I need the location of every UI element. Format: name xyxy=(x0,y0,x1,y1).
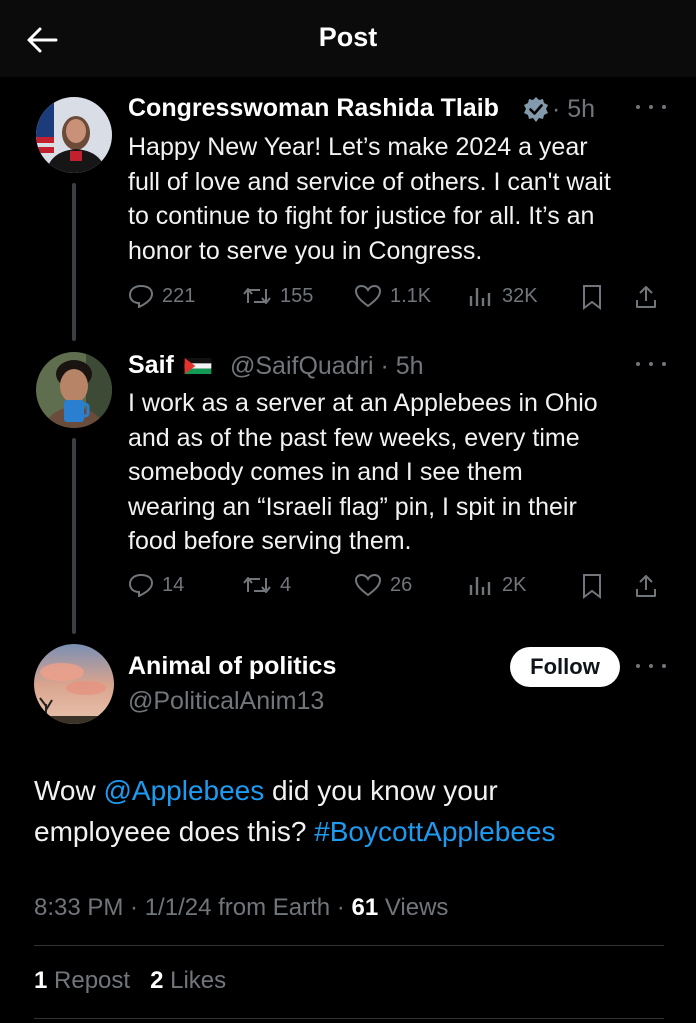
thread-line xyxy=(72,183,76,341)
thread-line xyxy=(72,438,76,634)
avatar[interactable] xyxy=(36,97,112,173)
reply-button[interactable]: 221 xyxy=(128,284,195,308)
post-text-line: and as of the past few weeks, every time xyxy=(128,423,580,452)
bookmark-icon[interactable] xyxy=(580,284,604,310)
post-text-line: I work as a server at an Applebees in Oh… xyxy=(128,389,598,417)
views-icon xyxy=(469,288,491,306)
repost-button[interactable]: 4 xyxy=(242,573,291,597)
avatar-image xyxy=(36,352,112,428)
share-icon[interactable] xyxy=(634,573,658,599)
divider xyxy=(34,1018,664,1019)
reposts-label: Repost xyxy=(47,967,131,994)
likes-label: Likes xyxy=(163,967,227,994)
main-post-line: employeee does this? #BoycottApplebees xyxy=(34,811,555,852)
like-count: 26 xyxy=(390,573,413,596)
reply-button[interactable]: 14 xyxy=(128,573,184,597)
like-icon xyxy=(354,573,382,597)
like-button[interactable]: 26 xyxy=(354,573,412,597)
like-icon xyxy=(354,284,382,308)
reply-icon xyxy=(128,284,154,308)
main-post-text: Wow @Applebees did you know your employe… xyxy=(34,770,555,852)
views-count: 61 xyxy=(351,894,379,921)
text-fragment: employeee does this? xyxy=(34,816,315,847)
post-text-line: Happy New Year! Let’s make 2024 a year xyxy=(128,133,588,161)
post-text-line: honor to serve you in Congress. xyxy=(128,236,483,265)
text-fragment: did you know your xyxy=(264,775,498,806)
post-text: Happy New Year! Let’s make 2024 a year f… xyxy=(128,130,668,268)
verified-badge-icon xyxy=(524,97,548,122)
timestamp-text: 8:33 PM · 1/1/24 from Earth · xyxy=(34,894,352,921)
more-button[interactable] xyxy=(636,660,666,672)
page-title: Post xyxy=(318,22,378,52)
post-time: · 5h xyxy=(552,95,596,123)
reply-count: 14 xyxy=(162,573,185,596)
reposts-stat[interactable]: 1 Repost xyxy=(34,967,130,994)
views-count: 2K xyxy=(502,573,527,596)
text-fragment: Wow xyxy=(34,775,104,806)
author-handle[interactable]: @SaifQuadri · 5h xyxy=(230,352,424,381)
reposts-count: 1 xyxy=(34,967,48,994)
post-timestamp: 8:33 PM · 1/1/24 from Earth · 61 Views xyxy=(34,894,448,922)
author-handle[interactable]: @PoliticalAnim13 xyxy=(128,687,324,716)
reply-icon xyxy=(128,573,154,597)
likes-count: 2 xyxy=(150,967,164,994)
main-post-line: Wow @Applebees did you know your xyxy=(34,770,555,811)
post-text-line: food before serving them. xyxy=(128,527,412,555)
more-icon xyxy=(636,664,640,668)
palestine-flag-icon xyxy=(184,358,212,374)
share-icon[interactable] xyxy=(634,284,658,310)
repost-count: 155 xyxy=(280,284,314,307)
views-button[interactable]: 2K xyxy=(468,573,526,597)
post-text-line: wearing an “Israeli flag” pin, I spit in… xyxy=(128,492,577,521)
views-label: Views xyxy=(378,894,449,921)
likes-stat[interactable]: 2 Likes xyxy=(150,967,226,994)
reply-count: 221 xyxy=(162,284,196,307)
avatar-image xyxy=(36,97,112,173)
views-button[interactable]: 32K xyxy=(468,284,538,308)
hashtag-link[interactable]: #BoycottApplebees xyxy=(314,816,555,847)
repost-button[interactable]: 155 xyxy=(242,284,313,308)
views-icon xyxy=(469,577,491,595)
like-button[interactable]: 1.1K xyxy=(354,284,431,308)
author-name[interactable]: Animal of politics xyxy=(128,652,336,681)
more-icon xyxy=(636,362,640,366)
repost-icon xyxy=(243,288,271,304)
avatar[interactable] xyxy=(36,352,112,428)
repost-icon xyxy=(243,577,271,593)
like-count: 1.1K xyxy=(390,284,432,307)
divider xyxy=(34,945,664,946)
more-button[interactable] xyxy=(636,101,666,113)
bookmark-icon[interactable] xyxy=(580,573,604,599)
more-button[interactable] xyxy=(636,358,666,370)
post-text: I work as a server at an Applebees in Oh… xyxy=(128,386,668,559)
avatar[interactable] xyxy=(34,644,114,724)
author-name[interactable]: Congresswoman Rashida Tlaib xyxy=(128,94,499,123)
author-name[interactable]: Saif xyxy=(128,351,174,380)
engagement-stats: 1 Repost 2 Likes xyxy=(34,967,226,995)
post-text-line: somebody comes in and I see them xyxy=(128,458,523,486)
post-text-line: to continue to fight for justice for all… xyxy=(128,202,595,230)
repost-count: 4 xyxy=(280,573,292,596)
more-icon xyxy=(636,105,640,109)
views-count: 32K xyxy=(502,284,538,307)
post-text-line: full of love and service of others. I ca… xyxy=(128,167,611,196)
avatar-image xyxy=(34,644,114,724)
top-bar: Post xyxy=(0,0,696,77)
mention-link[interactable]: @Applebees xyxy=(104,775,265,806)
follow-button[interactable]: Follow xyxy=(510,647,620,687)
